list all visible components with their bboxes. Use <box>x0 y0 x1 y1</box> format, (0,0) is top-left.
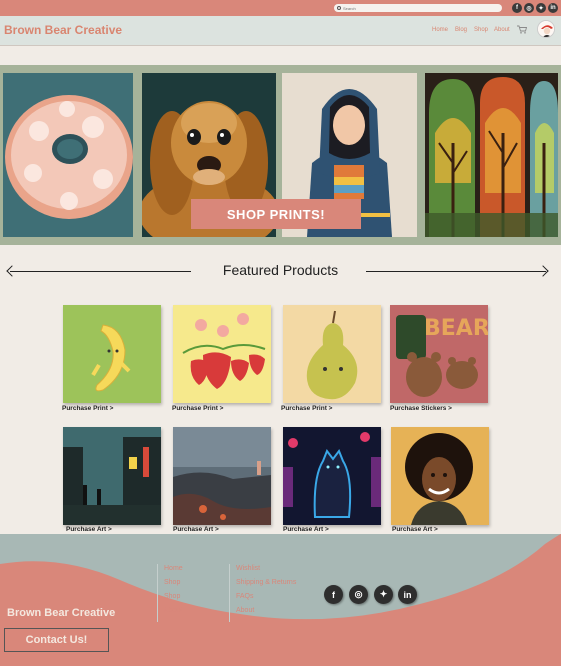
product-label[interactable]: Purchase Art > <box>392 526 438 533</box>
footer-link[interactable]: Shipping & Returns <box>236 576 296 590</box>
avatar[interactable] <box>537 20 555 38</box>
cart-icon[interactable] <box>517 25 527 34</box>
footer-link[interactable]: Home <box>164 562 183 576</box>
product-card-pear[interactable] <box>283 305 381 403</box>
footer-divider <box>157 564 158 622</box>
nav-about[interactable]: About <box>494 27 510 33</box>
search-input[interactable] <box>343 4 493 12</box>
footer-links-col2: Wishlist Shipping & Returns FAQs About <box>236 562 296 618</box>
product-card-coastline[interactable] <box>173 427 271 525</box>
nav-home[interactable]: Home <box>432 27 448 33</box>
linkedin-icon[interactable]: in <box>548 3 558 13</box>
product-label[interactable]: Purchase Art > <box>173 526 219 533</box>
product-label[interactable]: Purchase Art > <box>283 526 329 533</box>
linkedin-icon[interactable]: in <box>398 585 417 604</box>
product-card-neon-wolf[interactable] <box>283 427 381 525</box>
twitter-icon[interactable]: ✦ <box>374 585 393 604</box>
footer-logo[interactable]: Brown Bear Creative <box>7 607 115 619</box>
hero-image-stained-glass <box>425 73 558 237</box>
product-label[interactable]: Purchase Print > <box>281 405 332 412</box>
twitter-icon[interactable]: ✦ <box>536 3 546 13</box>
footer-divider <box>229 564 230 622</box>
hero-image-donut <box>3 73 133 237</box>
footer-link[interactable]: Wishlist <box>236 562 296 576</box>
footer-links-col1: Home Shop Shop About <box>164 562 183 618</box>
nav-shop[interactable]: Shop <box>474 27 488 33</box>
site-footer: Home Shop Shop About Wishlist Shipping &… <box>0 534 561 666</box>
arrow-line-right <box>366 271 546 272</box>
featured-title: Featured Products <box>222 262 339 278</box>
product-label[interactable]: Purchase Art > <box>66 526 112 533</box>
contact-us-button[interactable]: Contact Us! <box>4 628 109 652</box>
footer-link[interactable]: Shop <box>164 576 183 590</box>
product-label[interactable]: Purchase Print > <box>62 405 113 412</box>
product-label[interactable]: Purchase Stickers > <box>390 405 452 412</box>
site-header: Brown Bear Creative Home Blog Shop About <box>0 16 561 46</box>
product-card-city-street[interactable] <box>63 427 161 525</box>
footer-link[interactable]: FAQs <box>236 590 296 604</box>
search-icon <box>337 6 341 10</box>
footer-link[interactable]: About <box>164 604 183 618</box>
facebook-icon[interactable]: f <box>324 585 343 604</box>
instagram-icon[interactable]: ◎ <box>349 585 368 604</box>
product-card-bears[interactable]: BEAR <box>390 305 488 403</box>
product-card-banana[interactable] <box>63 305 161 403</box>
instagram-icon[interactable]: ◎ <box>524 3 534 13</box>
product-card-strawberries[interactable] <box>173 305 271 403</box>
footer-link[interactable]: Shop <box>164 590 183 604</box>
top-bar: f ◎ ✦ in <box>0 0 561 16</box>
facebook-icon[interactable]: f <box>512 3 522 13</box>
product-card-portrait[interactable] <box>391 427 489 525</box>
svg-text:BEAR: BEAR <box>424 316 488 341</box>
site-logo[interactable]: Brown Bear Creative <box>4 23 122 37</box>
footer-link[interactable]: About <box>236 604 296 618</box>
search-box[interactable] <box>334 4 502 12</box>
product-label[interactable]: Purchase Print > <box>172 405 223 412</box>
nav-blog[interactable]: Blog <box>455 27 467 33</box>
shop-prints-button[interactable]: SHOP PRINTS! <box>191 199 361 229</box>
